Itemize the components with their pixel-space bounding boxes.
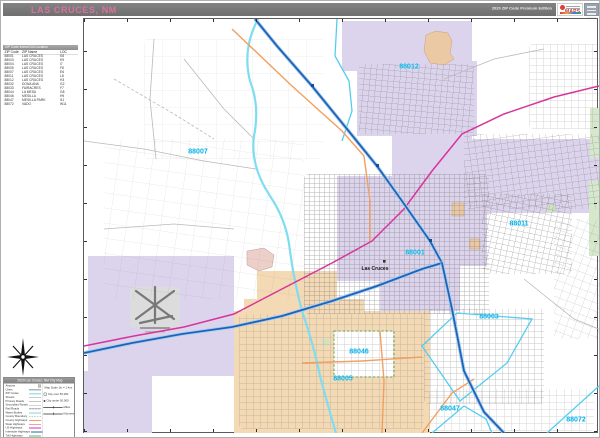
minor-road [84, 141, 256, 169]
legend-swatch-line-magenta [29, 428, 41, 429]
legend-swatch-line-dash [29, 416, 41, 417]
us-70-west [84, 241, 372, 346]
legend-scale-row: Kilometers [44, 411, 75, 418]
col-loc: LOC [60, 50, 75, 54]
interstate-10-east [442, 263, 504, 433]
interstate-10-west [84, 263, 442, 353]
page-title: LAS CRUCES, NM [3, 5, 117, 15]
legend-swatch-airport [38, 384, 41, 387]
legend-swatch-line-orange [29, 420, 41, 421]
brand-logo: MAPS [557, 3, 583, 16]
minor-road [444, 49, 544, 79]
zip-index-table: ZIP Code Index/Grid Location ZIP Code ZI… [3, 45, 78, 109]
logo-color-strip [560, 12, 581, 14]
edition-label: 2020 ZIP Code Premium Edition [312, 6, 552, 11]
interstate-10-east-casing [442, 263, 504, 433]
zip-boundary-88003 [422, 313, 532, 401]
map-sheet: LAS CRUCES, NM 2020 ZIP Code Premium Edi… [0, 0, 600, 438]
map-canvas [83, 18, 598, 433]
highway-orange-sw [422, 379, 474, 433]
legend-item: Toll Highways [6, 434, 42, 438]
title-bar: LAS CRUCES, NM 2020 ZIP Code Premium Edi… [3, 3, 556, 16]
legend-swatch-line-thin [29, 397, 41, 398]
minor-road [184, 59, 254, 139]
legend-swatch-line-gray [29, 401, 41, 402]
edition-label-wrap: 2020 ZIP Code Premium Edition [312, 3, 552, 16]
highway-orange-valley [364, 156, 370, 241]
legend-swatch-box-gray [29, 389, 41, 391]
legend-swatch-line-pink [29, 424, 41, 425]
minor-road [524, 279, 599, 329]
city-center-marker [383, 260, 386, 263]
us-70-east [372, 86, 599, 241]
river-rio-grande [247, 19, 336, 433]
highway-orange-university [302, 357, 422, 363]
zip-index-rows: 88001LAS CRUCESK888003LAS CRUCESK988004L… [3, 55, 78, 107]
col-zip-name: ZIP Name [22, 50, 60, 54]
interchange-dot [429, 239, 432, 242]
city-large-icon [44, 393, 48, 397]
compass-rose [5, 337, 41, 377]
zip-boundary-88072 [547, 386, 599, 433]
legend-box: 2020 Las Cruces, NM City Map AirportsCit… [3, 377, 75, 438]
scale-bar [44, 413, 63, 414]
interchange-dot [376, 164, 379, 167]
city-small-icon [44, 400, 46, 402]
interstate-25-casing [255, 19, 442, 263]
legend-swatch-box-blue [29, 412, 41, 414]
legend-items: AirportsCitiesZIP CodesStreetsPrimary Ro… [4, 384, 42, 438]
scale-bar [44, 407, 63, 408]
legend-swatch-line-rail [29, 408, 41, 409]
minor-road [150, 39, 156, 159]
col-zip-code: ZIP Code [3, 50, 22, 54]
interstate-10-west-casing [84, 263, 442, 353]
minor-road [114, 79, 214, 139]
zip-index-row: 88072VADOW11 [3, 103, 78, 107]
publisher-info-box [584, 3, 599, 16]
legend-swatch-line-gray2 [29, 405, 41, 406]
legend-swatch-line-green [29, 435, 41, 436]
highway-orange-south [380, 331, 384, 433]
map-roads [84, 19, 599, 433]
interchange-dot [311, 84, 314, 87]
minor-road [104, 224, 234, 229]
legend-scale-column: Map Scale 1in = 1.4miCity over 50,000Cit… [42, 384, 75, 438]
legend-swatch-box-cyan [29, 393, 41, 395]
